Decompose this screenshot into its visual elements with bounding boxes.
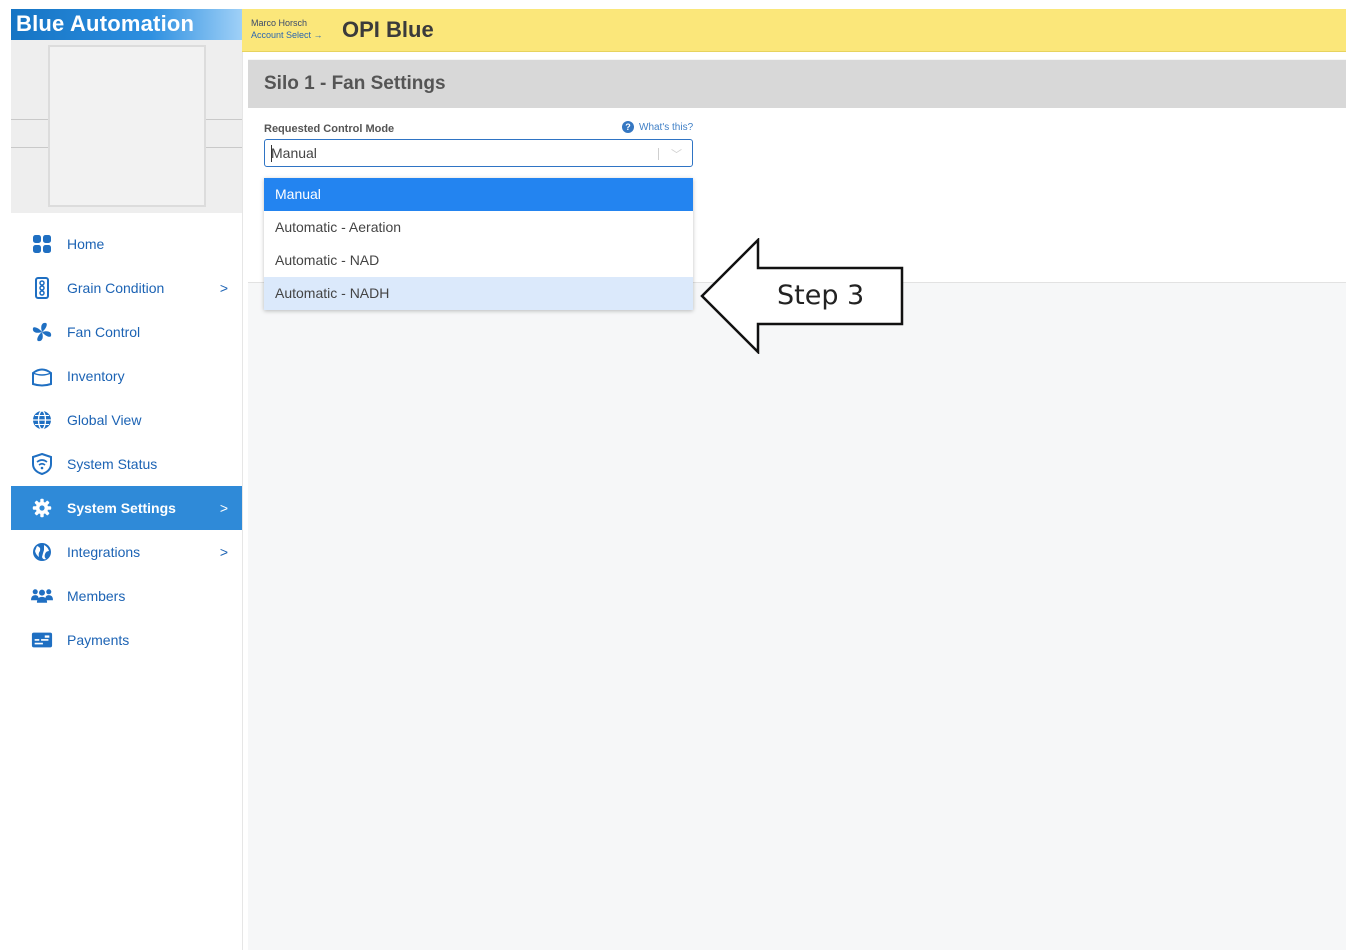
traffic-light-icon xyxy=(31,277,53,299)
sidebar: Blue Automation Home Grain Condition > F… xyxy=(11,9,243,950)
sidebar-item-fan-control[interactable]: Fan Control xyxy=(11,310,242,354)
fan-icon xyxy=(31,321,53,343)
page-title: OPI Blue xyxy=(342,17,434,42)
silo-line xyxy=(11,147,48,148)
users-icon xyxy=(31,585,53,607)
sidebar-item-label: Home xyxy=(67,236,105,252)
chevron-down-icon[interactable]: ﹀ xyxy=(671,146,682,162)
sidebar-item-system-status[interactable]: System Status xyxy=(11,442,242,486)
sidebar-item-label: System Settings xyxy=(67,500,176,516)
earth-icon xyxy=(31,541,53,563)
top-header: Marco Horsch Account Select → OPI Blue xyxy=(242,9,1346,52)
option-automatic-nadh[interactable]: Automatic - NADH xyxy=(264,277,693,310)
option-manual[interactable]: Manual xyxy=(264,178,693,211)
shield-wifi-icon xyxy=(31,453,53,475)
select-separator xyxy=(658,148,659,160)
sidebar-item-system-settings[interactable]: System Settings > xyxy=(11,486,242,530)
sidebar-nav: Home Grain Condition > Fan Control Inven… xyxy=(11,222,242,662)
account-name: Marco Horsch xyxy=(251,18,308,28)
silo-line xyxy=(11,119,48,120)
brand-logo[interactable]: Blue Automation xyxy=(11,9,242,40)
sidebar-item-label: Integrations xyxy=(67,544,141,560)
help-icon: ? xyxy=(622,121,634,133)
sidebar-item-label: System Status xyxy=(67,456,158,472)
sidebar-item-home[interactable]: Home xyxy=(11,222,242,266)
grid-icon xyxy=(31,233,53,255)
text-cursor xyxy=(271,145,272,162)
control-mode-select[interactable]: Manual ﹀ xyxy=(264,139,693,167)
option-automatic-aeration[interactable]: Automatic - Aeration xyxy=(264,211,693,244)
step-label: Step 3 xyxy=(777,280,865,311)
silo-diagram xyxy=(11,40,242,213)
option-automatic-nad[interactable]: Automatic - NAD xyxy=(264,244,693,277)
whats-this-link[interactable]: ? What's this? xyxy=(622,121,693,133)
silo-line xyxy=(206,147,242,148)
silo-line xyxy=(206,119,242,120)
sidebar-item-grain-condition[interactable]: Grain Condition > xyxy=(11,266,242,310)
panel-title: Silo 1 - Fan Settings xyxy=(264,73,446,94)
sidebar-item-payments[interactable]: Payments xyxy=(11,618,242,662)
chevron-right-icon: > xyxy=(219,500,228,516)
account-select-link[interactable]: Account Select → xyxy=(251,29,323,41)
control-mode-dropdown: Manual Automatic - Aeration Automatic - … xyxy=(264,178,693,310)
chevron-right-icon: > xyxy=(219,280,228,296)
whats-this-label: What's this? xyxy=(639,121,694,133)
card-icon xyxy=(31,629,53,651)
bin-icon xyxy=(31,365,53,387)
sidebar-item-members[interactable]: Members xyxy=(11,574,242,618)
account-info: Marco Horsch Account Select → xyxy=(251,17,323,41)
panel-header: Silo 1 - Fan Settings xyxy=(248,60,1346,108)
sidebar-item-integrations[interactable]: Integrations > xyxy=(11,530,242,574)
sidebar-item-label: Members xyxy=(67,588,126,604)
silo-image[interactable] xyxy=(48,45,206,207)
sidebar-item-label: Grain Condition xyxy=(67,280,165,296)
gear-icon xyxy=(31,497,53,519)
control-mode-label: Requested Control Mode xyxy=(264,123,395,135)
sidebar-item-label: Global View xyxy=(67,412,142,428)
sidebar-item-global-view[interactable]: Global View xyxy=(11,398,242,442)
chevron-right-icon: > xyxy=(219,544,228,560)
select-value: Manual xyxy=(271,145,317,161)
sidebar-item-label: Payments xyxy=(67,632,130,648)
sidebar-item-label: Inventory xyxy=(67,368,125,384)
sidebar-item-label: Fan Control xyxy=(67,324,141,340)
sidebar-item-inventory[interactable]: Inventory xyxy=(11,354,242,398)
globe-icon xyxy=(31,409,53,431)
